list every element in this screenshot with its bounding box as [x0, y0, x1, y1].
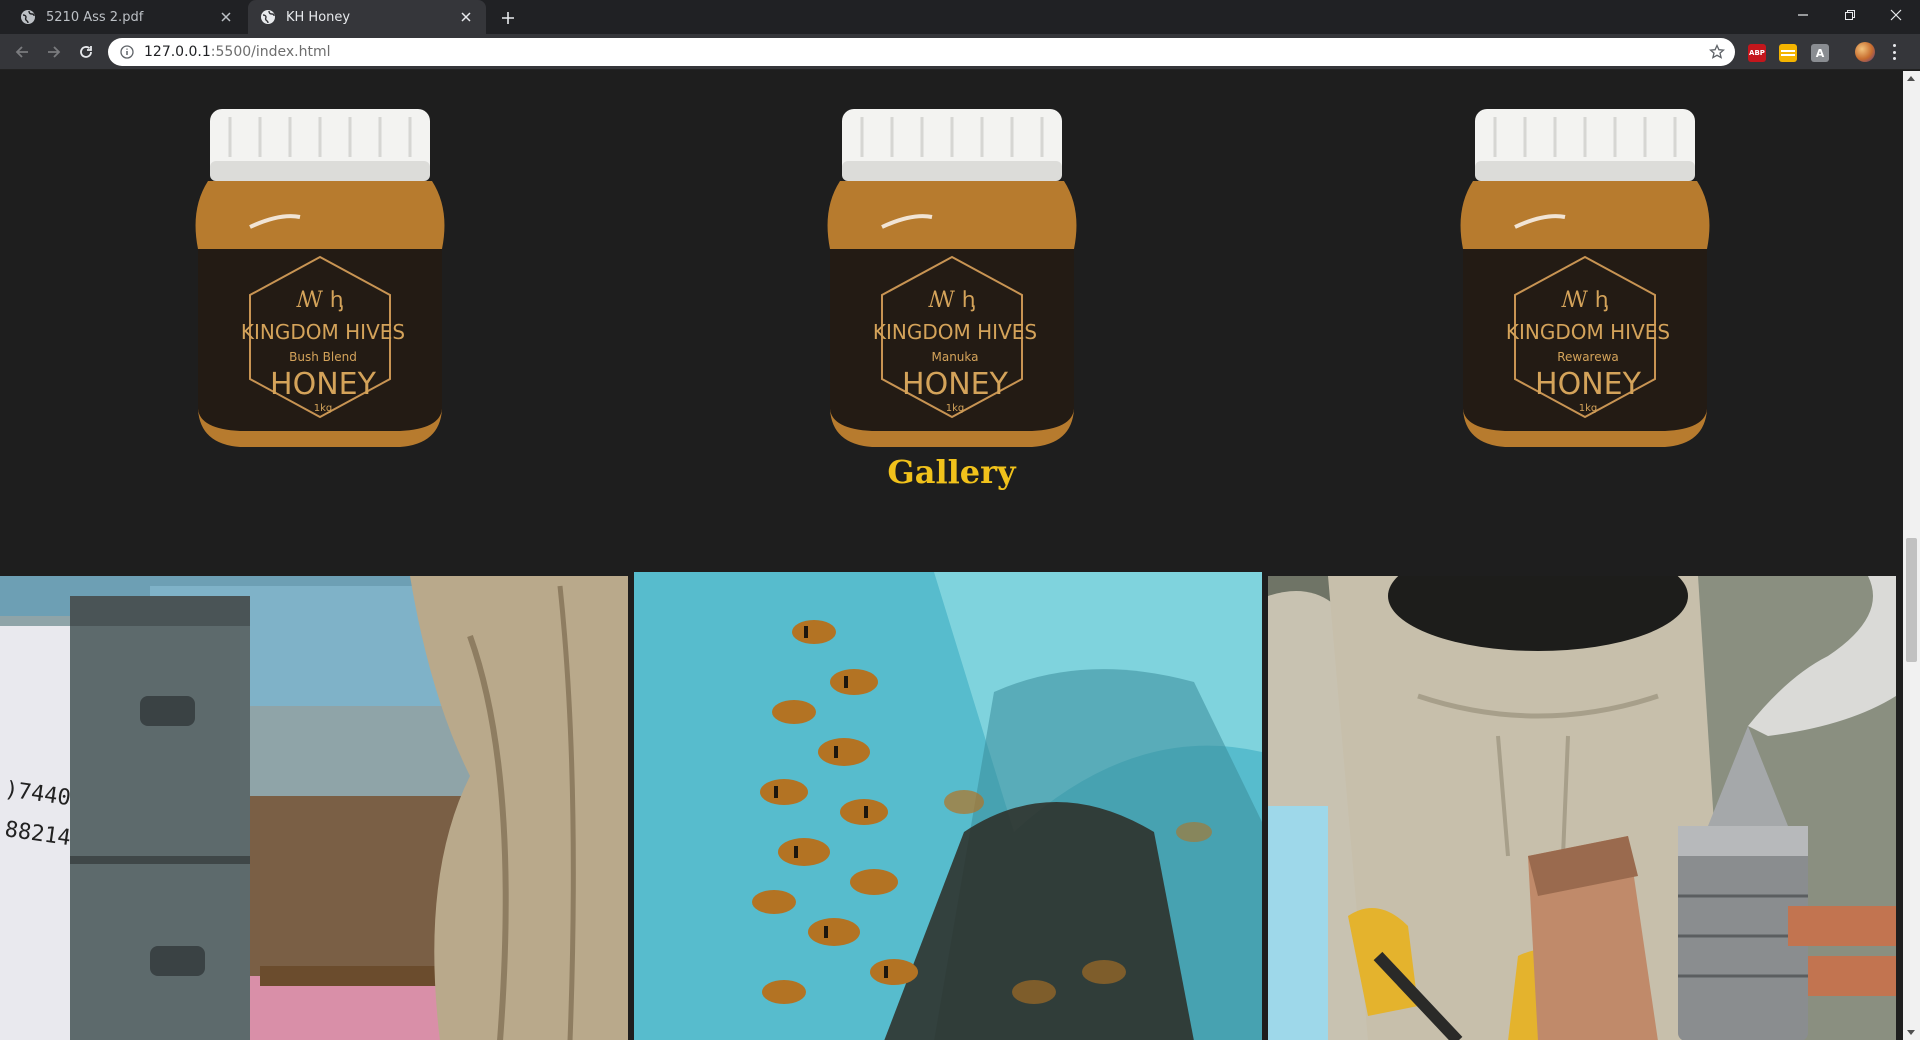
- honey-jar-rewarewa[interactable]: ꟿ ꞕ KINGDOM HIVES Rewarewa HONEY 1kg: [1455, 109, 1715, 449]
- scrollbar-thumb[interactable]: [1906, 538, 1917, 662]
- restore-icon: [1845, 10, 1855, 20]
- svg-text:ꟿ ꞕ: ꟿ ꞕ: [295, 288, 343, 313]
- beekeeper-smoker-image: [1268, 576, 1896, 1040]
- bees-on-hive-image: [634, 572, 1262, 1040]
- jar-size: 1kg: [1579, 403, 1598, 414]
- page-scrollbar[interactable]: [1903, 71, 1920, 1040]
- gallery-image-bees-on-hive[interactable]: [634, 572, 1262, 1040]
- back-button[interactable]: [10, 40, 34, 64]
- svg-text:ꟿ ꞕ: ꟿ ꞕ: [1560, 288, 1608, 313]
- svg-text:ꟿ ꞕ: ꟿ ꞕ: [927, 288, 975, 313]
- jar-brand: KINGDOM HIVES: [1506, 320, 1670, 344]
- honey-jar-image: ꟿ ꞕ KINGDOM HIVES Bush Blend HONEY 1kg: [195, 109, 445, 447]
- browser-toolbar: 127.0.0.1:5500/index.html ABP A: [0, 34, 1920, 70]
- profile-avatar[interactable]: [1855, 42, 1875, 62]
- jar-size: 1kg: [946, 403, 965, 414]
- minimize-icon: [1798, 14, 1808, 16]
- reload-icon: [80, 46, 92, 58]
- tab-pdf[interactable]: 5210 Ass 2.pdf: [8, 0, 246, 34]
- beehive-boxes-image: )7440 88214: [0, 576, 628, 1040]
- gallery-heading: Gallery: [887, 453, 1016, 491]
- tab-title: 5210 Ass 2.pdf: [46, 9, 144, 25]
- plus-icon: [502, 12, 514, 24]
- jar-variety: Bush Blend: [289, 350, 357, 364]
- font-extension-icon[interactable]: A: [1811, 44, 1829, 62]
- arrow-right-icon: [48, 46, 61, 58]
- jar-brand: KINGDOM HIVES: [873, 320, 1037, 344]
- close-icon: [1890, 9, 1902, 21]
- bookmark-star-icon[interactable]: [1709, 44, 1725, 60]
- honey-jar-manuka[interactable]: ꟿ ꞕ KINGDOM HIVES Manuka HONEY 1kg: [822, 109, 1082, 449]
- tab-title: KH Honey: [286, 9, 351, 25]
- arrow-left-icon: [15, 46, 28, 58]
- honey-jar-bush-blend[interactable]: ꟿ ꞕ KINGDOM HIVES Bush Blend HONEY 1kg: [190, 109, 450, 449]
- address-bar[interactable]: 127.0.0.1:5500/index.html: [108, 38, 1735, 66]
- honey-jar-image: ꟿ ꞕ KINGDOM HIVES Manuka HONEY 1kg: [827, 109, 1077, 447]
- url-host: 127.0.0.1: [144, 44, 211, 60]
- tab-strip: 5210 Ass 2.pdf KH Honey: [0, 0, 1920, 34]
- notes-icon: [1781, 50, 1795, 56]
- tab-kh-honey[interactable]: KH Honey: [248, 0, 486, 34]
- font-extension-label: A: [1815, 46, 1825, 60]
- globe-icon: [21, 10, 35, 24]
- url-path: :5500/index.html: [210, 44, 331, 60]
- reload-button[interactable]: [74, 40, 98, 64]
- scroll-down-arrow-icon[interactable]: [1907, 1030, 1915, 1035]
- jar-product: HONEY: [1535, 367, 1642, 402]
- restore-button[interactable]: [1827, 0, 1873, 30]
- adblock-extension-icon[interactable]: ABP: [1748, 44, 1766, 62]
- close-icon[interactable]: [458, 9, 474, 25]
- notes-extension-icon[interactable]: [1779, 44, 1797, 62]
- globe-icon: [261, 10, 275, 24]
- gallery-grid: )7440 88214: [0, 572, 1903, 1040]
- scroll-up-arrow-icon[interactable]: [1907, 76, 1915, 81]
- product-row: ꟿ ꞕ KINGDOM HIVES Bush Blend HONEY 1kg ꟿ…: [0, 71, 1903, 451]
- page-viewport: ꟿ ꞕ KINGDOM HIVES Bush Blend HONEY 1kg ꟿ…: [0, 71, 1903, 1040]
- forward-button[interactable]: [42, 40, 66, 64]
- jar-brand: KINGDOM HIVES: [241, 320, 405, 344]
- jar-size: 1kg: [314, 403, 333, 414]
- info-icon[interactable]: [120, 45, 134, 59]
- jar-product: HONEY: [270, 367, 377, 402]
- jar-variety: Manuka: [931, 350, 978, 364]
- jar-variety: Rewarewa: [1557, 350, 1619, 364]
- gallery-image-beekeeper-smoker[interactable]: [1268, 576, 1896, 1040]
- honey-jar-image: ꟿ ꞕ KINGDOM HIVES Rewarewa HONEY 1kg: [1460, 109, 1710, 447]
- adblock-label: ABP: [1749, 49, 1765, 57]
- new-tab-button[interactable]: [496, 6, 520, 30]
- close-window-button[interactable]: [1873, 0, 1919, 30]
- jar-product: HONEY: [902, 367, 1009, 402]
- minimize-button[interactable]: [1780, 0, 1826, 30]
- gallery-image-beehive-boxes[interactable]: )7440 88214: [0, 576, 628, 1040]
- close-icon[interactable]: [218, 9, 234, 25]
- browser-menu-icon[interactable]: [1891, 44, 1897, 60]
